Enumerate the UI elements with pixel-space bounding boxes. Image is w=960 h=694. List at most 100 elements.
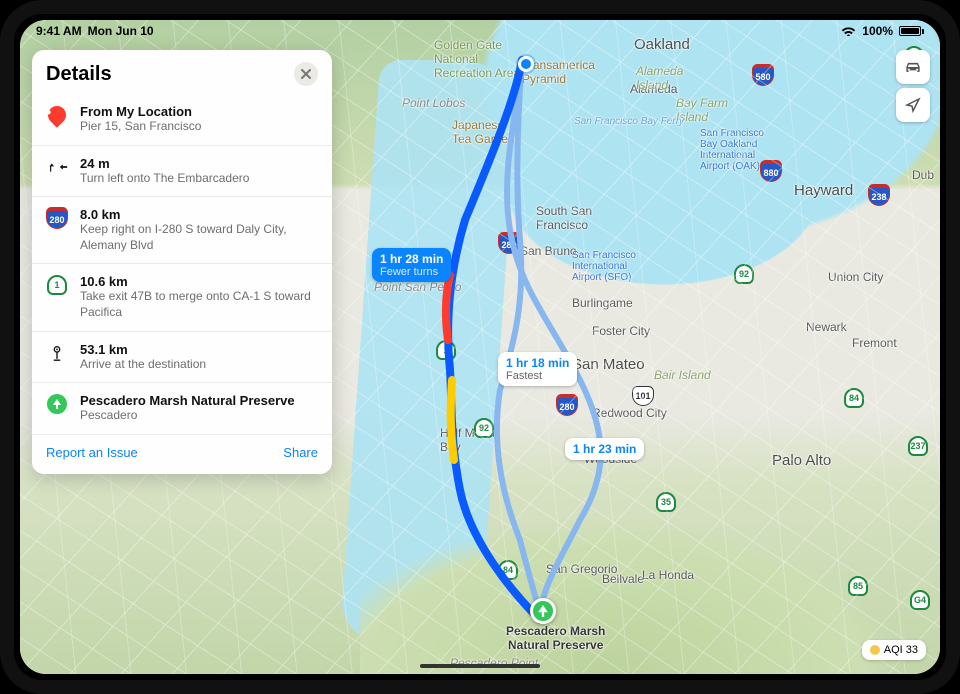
airport-label: San Francisco International Airport (SFO…	[572, 250, 636, 283]
city-label: South San Francisco	[536, 204, 592, 232]
city-label: Alameda	[630, 82, 677, 96]
destination-icon	[46, 393, 68, 415]
city-label: Dub	[912, 168, 934, 182]
landmark-label: Bay Farm Island	[676, 96, 728, 124]
highway-shield-interstate: 238	[868, 184, 890, 206]
route-callout-title: 1 hr 28 min	[380, 252, 443, 266]
highway-shield-state: 1	[436, 340, 456, 360]
step-title: 53.1 km	[80, 342, 206, 357]
highway-shield-interstate: 880	[760, 160, 782, 182]
close-button[interactable]	[294, 62, 318, 86]
route-callout-title: 1 hr 23 min	[573, 442, 636, 456]
interstate-shield-icon: 280	[46, 207, 68, 229]
hills-region	[360, 394, 940, 674]
car-icon	[903, 60, 923, 74]
device-frame: 9:41 AM Mon Jun 10 100%	[0, 0, 960, 694]
report-issue-link[interactable]: Report an Issue	[46, 445, 138, 460]
aqi-value: AQI 33	[884, 644, 918, 656]
route-callout-alt1[interactable]: 1 hr 18 min Fastest	[498, 352, 577, 386]
status-time: 9:41 AM	[36, 24, 82, 38]
route-callout-alt2[interactable]: 1 hr 23 min	[565, 438, 644, 460]
battery-icon	[899, 26, 924, 36]
step-title: 10.6 km	[80, 274, 318, 289]
step-title: Pescadero Marsh Natural Preserve	[80, 393, 295, 408]
step-sub: Pier 15, San Francisco	[80, 119, 201, 135]
location-arrow-icon	[905, 97, 921, 113]
highway-shield-state: G4	[910, 590, 930, 610]
highway-shield-state: 84	[498, 560, 518, 580]
city-label: Redwood City	[592, 406, 667, 420]
airport-label: San Francisco Bay Oakland International …	[700, 128, 764, 172]
city-label: Burlingame	[572, 296, 633, 310]
point-label: Point Lobos	[402, 96, 465, 110]
highway-shield-state: 92	[474, 418, 494, 438]
highway-shield-interstate: 580	[752, 64, 774, 86]
landmark-label: Golden Gate National Recreation Area	[434, 38, 520, 80]
arrive-icon	[46, 342, 68, 364]
route-callout-title: 1 hr 18 min	[506, 356, 569, 370]
directions-list[interactable]: ● From My Location Pier 15, San Francisc…	[32, 94, 332, 434]
step-title: From My Location	[80, 104, 201, 119]
direction-step[interactable]: ● From My Location Pier 15, San Francisc…	[32, 94, 332, 145]
step-sub: Turn left onto The Embarcadero	[80, 171, 249, 187]
ferry-label: San Francisco Bay Ferry	[574, 116, 684, 127]
city-label: Hayward	[794, 182, 853, 199]
city-label: Palo Alto	[772, 452, 831, 469]
highway-shield-state: 92	[734, 264, 754, 284]
direction-step[interactable]: 53.1 km Arrive at the destination	[32, 331, 332, 383]
step-sub: Keep right on I-280 S toward Daly City, …	[80, 222, 318, 253]
locate-me-button[interactable]	[896, 88, 930, 122]
destination-pin[interactable]	[530, 598, 556, 624]
ocean-region	[340, 60, 521, 640]
aqi-badge[interactable]: AQI 33	[862, 640, 926, 660]
city-label: Half Moon Bay	[440, 426, 495, 454]
highway-shield-state: 35	[656, 492, 676, 512]
route-callout-selected[interactable]: 1 hr 28 min Fewer turns	[372, 248, 451, 282]
city-label: Fremont	[852, 336, 897, 350]
direction-step[interactable]: 24 m Turn left onto The Embarcadero	[32, 145, 332, 197]
landmark-label: Alameda Island	[636, 64, 683, 92]
direction-step[interactable]: Pescadero Marsh Natural Preserve Pescade…	[32, 382, 332, 434]
details-panel: Details ● From My Location Pier 15, San …	[32, 50, 332, 474]
start-location-pin[interactable]	[518, 56, 534, 72]
city-label: Union City	[828, 270, 883, 284]
panel-title: Details	[46, 63, 112, 86]
start-pin-icon: ●	[46, 104, 68, 126]
step-title: 24 m	[80, 156, 249, 171]
driving-mode-button[interactable]	[896, 50, 930, 84]
highway-shield-state: 84	[844, 388, 864, 408]
city-label: San Bruno	[520, 244, 577, 258]
step-title: 8.0 km	[80, 207, 318, 222]
direction-step[interactable]: 280 8.0 km Keep right on I-280 S toward …	[32, 196, 332, 263]
wifi-icon	[841, 24, 856, 39]
point-label: Point San Pedro	[374, 280, 461, 294]
city-label: Newark	[806, 320, 847, 334]
turn-left-icon	[46, 156, 68, 178]
landmark-label: Bair Island	[654, 368, 711, 382]
route-callout-sub: Fewer turns	[380, 266, 443, 278]
highway-shield-interstate: 280	[498, 232, 520, 254]
share-link[interactable]: Share	[283, 445, 318, 460]
city-label: San Gregorio	[546, 562, 617, 576]
close-icon	[301, 69, 311, 79]
highway-shield-us: 101	[632, 386, 654, 406]
direction-step[interactable]: 1 10.6 km Take exit 47B to merge onto CA…	[32, 263, 332, 330]
aqi-dot-icon	[870, 645, 880, 655]
landmark-label: Japanese Tea Garden	[452, 118, 515, 146]
status-bar: 9:41 AM Mon Jun 10 100%	[20, 20, 940, 42]
bay-region	[380, 20, 940, 320]
route-callout-sub: Fastest	[506, 370, 569, 382]
highway-shield-state: 85	[848, 576, 868, 596]
highway-shield-interstate: 280	[556, 394, 578, 416]
highway-shield-state: 237	[908, 436, 928, 456]
state-shield-icon: 1	[46, 274, 68, 296]
battery-percent: 100%	[862, 24, 893, 38]
step-sub: Pescadero	[80, 408, 295, 424]
home-indicator[interactable]	[420, 664, 540, 668]
status-date: Mon Jun 10	[88, 24, 154, 38]
step-sub: Arrive at the destination	[80, 357, 206, 373]
screen: 9:41 AM Mon Jun 10 100%	[20, 20, 940, 674]
city-label: Bellvale	[602, 572, 644, 586]
city-label: San Mateo	[572, 356, 645, 373]
city-label: La Honda	[642, 568, 694, 582]
